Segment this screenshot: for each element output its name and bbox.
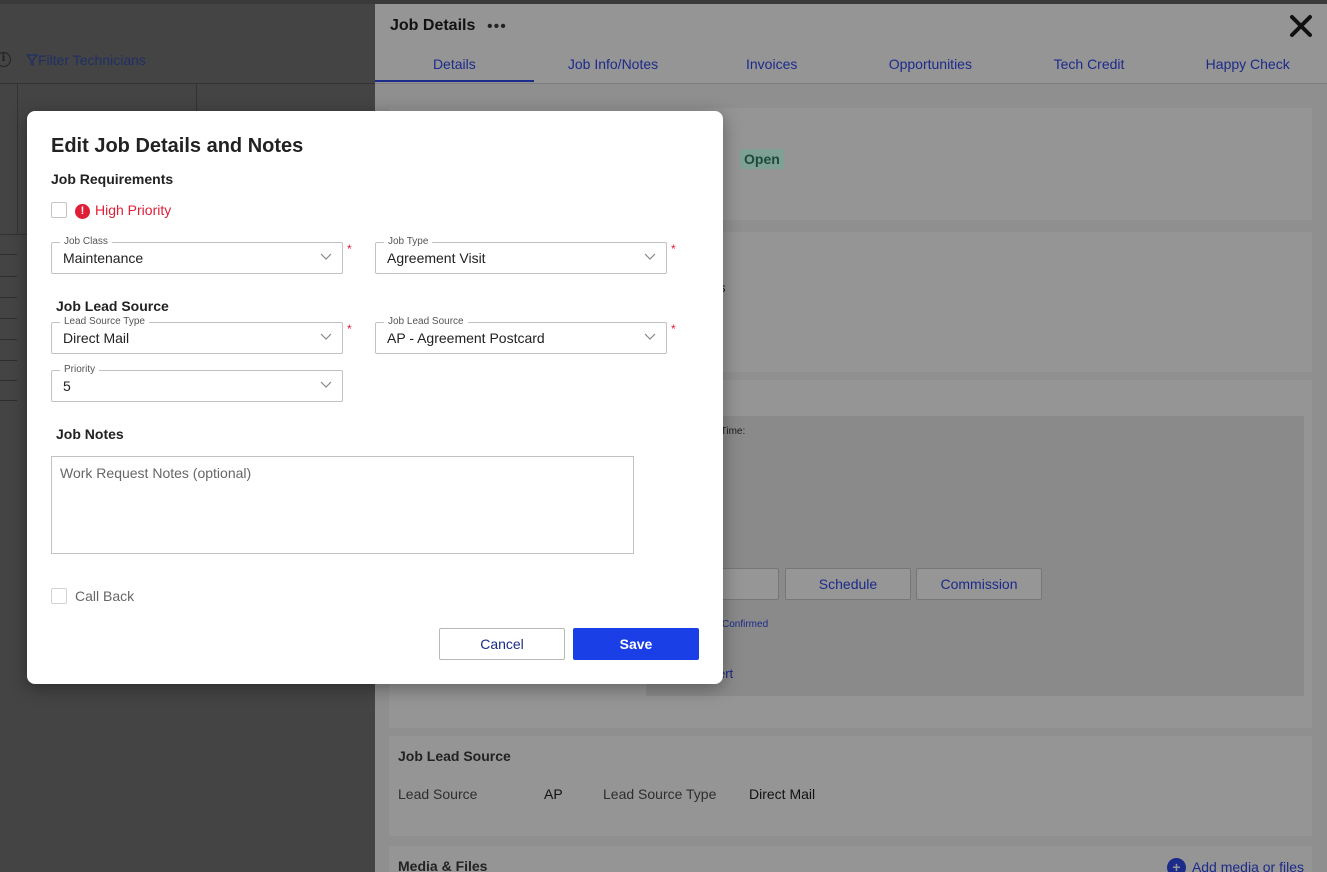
job-lead-source-title: Job Lead Source <box>398 748 511 764</box>
modal-title: Edit Job Details and Notes <box>51 135 304 157</box>
job-lead-source-heading: Job Lead Source <box>56 298 169 314</box>
confirmed-link[interactable]: Confirmed <box>722 619 768 630</box>
grid-line <box>0 360 17 361</box>
chevron-down-icon <box>644 253 656 260</box>
commission-button[interactable]: Commission <box>916 568 1042 600</box>
chevron-down-icon <box>320 253 332 260</box>
grid-line <box>0 276 17 277</box>
status-badge: Open <box>740 149 784 169</box>
schedule-button[interactable]: Schedule <box>785 568 911 600</box>
appointment-box: e & Time: gn Schedule Commission Confirm… <box>646 416 1304 696</box>
tab-bar: Details Job Info/Notes Invoices Opportun… <box>375 53 1327 83</box>
job-notes-textarea[interactable]: Work Request Notes (optional) <box>51 456 634 554</box>
job-requirements-heading: Job Requirements <box>51 171 174 187</box>
job-type-select[interactable]: Job Type Agreement Visit <box>375 236 667 274</box>
priority-label: Priority <box>60 364 100 376</box>
job-lead-source-label: Job Lead Source <box>384 316 468 328</box>
tab-details[interactable]: Details <box>375 53 534 82</box>
edit-job-modal: Edit Job Details and Notes Job Requireme… <box>27 111 723 684</box>
cancel-button[interactable]: Cancel <box>439 628 565 660</box>
grid-line <box>0 400 17 401</box>
lead-source-type-select[interactable]: Lead Source Type Direct Mail <box>51 316 343 354</box>
lead-source-type-value: Direct Mail <box>749 786 816 802</box>
add-media-label: Add media or files <box>1191 859 1304 872</box>
job-lead-source-card: Job Lead Source Lead Source AP Lead Sour… <box>389 736 1312 836</box>
required-marker: * <box>671 242 676 256</box>
grid-line <box>0 83 375 84</box>
job-class-label: Job Class <box>60 236 112 248</box>
required-marker: * <box>347 242 352 256</box>
job-lead-source-select[interactable]: Job Lead Source AP - Agreement Postcard <box>375 316 667 354</box>
priority-value: 5 <box>63 378 71 394</box>
job-class-select[interactable]: Job Class Maintenance <box>51 236 343 274</box>
required-marker: * <box>347 322 352 336</box>
tab-tech-credit[interactable]: Tech Credit <box>1010 53 1169 82</box>
filter-icon <box>26 54 38 66</box>
more-options-icon[interactable]: ••• <box>487 18 507 36</box>
lead-source-type-label: Lead Source Type <box>60 316 149 328</box>
grid-line <box>0 318 17 319</box>
job-lead-source-value: AP - Agreement Postcard <box>387 330 545 346</box>
grid-line <box>0 254 17 255</box>
lead-source-type-value: Direct Mail <box>63 330 130 346</box>
job-type-value: Agreement Visit <box>387 250 486 266</box>
job-type-label: Job Type <box>384 236 433 248</box>
call-back-checkbox[interactable] <box>51 588 67 604</box>
filter-technicians-link[interactable]: Filter Technicians <box>26 52 146 68</box>
chevron-down-icon <box>320 333 332 340</box>
grid-line <box>17 84 18 234</box>
media-files-title: Media & Files <box>398 858 488 872</box>
high-priority-checkbox[interactable] <box>51 202 67 218</box>
alert-icon: ! <box>75 204 90 219</box>
lead-source-label: Lead Source <box>398 786 478 802</box>
grid-line <box>0 339 17 340</box>
grid-line <box>0 297 17 298</box>
panel-title: Job Details <box>390 17 476 34</box>
tab-job-info-notes[interactable]: Job Info/Notes <box>534 53 693 82</box>
grid-line <box>0 380 17 381</box>
call-back-label: Call Back <box>75 588 135 604</box>
tab-happy-check[interactable]: Happy Check <box>1168 53 1327 82</box>
save-button[interactable]: Save <box>573 628 699 660</box>
media-files-card: Media & Files + Add media or files <box>389 846 1312 872</box>
high-priority-label: High Priority <box>95 202 172 218</box>
tab-invoices[interactable]: Invoices <box>692 53 851 82</box>
chevron-down-icon <box>320 381 332 388</box>
lead-source-value: AP <box>544 786 563 802</box>
filter-technicians-label: Filter Technicians <box>38 52 146 68</box>
job-notes-heading: Job Notes <box>56 426 124 442</box>
lead-source-type-label: Lead Source Type <box>603 786 717 802</box>
top-band <box>0 0 375 4</box>
job-class-value: Maintenance <box>63 250 144 266</box>
priority-select[interactable]: Priority 5 <box>51 364 343 402</box>
chevron-down-icon <box>644 333 656 340</box>
add-media-button[interactable]: + Add media or files <box>1166 858 1304 872</box>
plus-icon: + <box>1166 858 1186 872</box>
close-icon[interactable] <box>1289 14 1313 38</box>
info-icon[interactable]: i <box>0 52 11 67</box>
tab-opportunities[interactable]: Opportunities <box>851 53 1010 82</box>
notes-placeholder: Work Request Notes (optional) <box>60 465 252 481</box>
required-marker: * <box>671 322 676 336</box>
panel-header: Job Details ••• Details Job Info/Notes I… <box>375 4 1327 84</box>
